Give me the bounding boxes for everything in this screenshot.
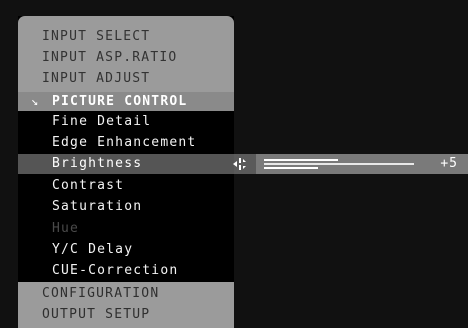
section-label: PICTURE CONTROL xyxy=(52,94,188,109)
submenu-item-hue: Hue xyxy=(52,221,80,236)
submenu-item-edge-enhancement[interactable]: Edge Enhancement xyxy=(52,132,196,153)
menu-item-input-adjust[interactable]: INPUT ADJUST xyxy=(42,68,150,89)
menu-item-picture-control[interactable]: ↘ PICTURE CONTROL xyxy=(18,92,234,111)
submenu-item-fine-detail[interactable]: Fine Detail xyxy=(52,111,151,132)
menu-item-input-select[interactable]: INPUT SELECT xyxy=(42,26,150,47)
menu-item-output-setup[interactable]: OUTPUT SETUP xyxy=(42,304,150,325)
submenu-item-brightness[interactable]: Brightness +5 xyxy=(18,154,468,174)
brightness-slider-track[interactable] xyxy=(264,163,414,165)
submenu-item-cue-correction[interactable]: CUE-Correction xyxy=(52,260,178,281)
menu-item-input-asp-ratio[interactable]: INPUT ASP.RATIO xyxy=(42,47,177,68)
brightness-slider-fill-top xyxy=(264,159,338,161)
submenu-item-saturation[interactable]: Saturation xyxy=(52,196,142,217)
submenu-item-yc-delay[interactable]: Y/C Delay xyxy=(52,239,133,260)
submenu-item-contrast[interactable]: Contrast xyxy=(52,175,124,196)
chevron-down-icon: ↘ xyxy=(31,94,39,108)
menu-group-bottom: CONFIGURATION OUTPUT SETUP xyxy=(18,282,234,328)
menu-item-configuration[interactable]: CONFIGURATION xyxy=(42,283,159,304)
brightness-value: +5 xyxy=(440,156,458,171)
left-right-arrows-icon[interactable] xyxy=(231,156,253,172)
brightness-slider-fill-bottom xyxy=(264,167,318,169)
menu-group-top: INPUT SELECT INPUT ASP.RATIO INPUT ADJUS… xyxy=(18,16,234,92)
brightness-label: Brightness xyxy=(52,156,143,171)
